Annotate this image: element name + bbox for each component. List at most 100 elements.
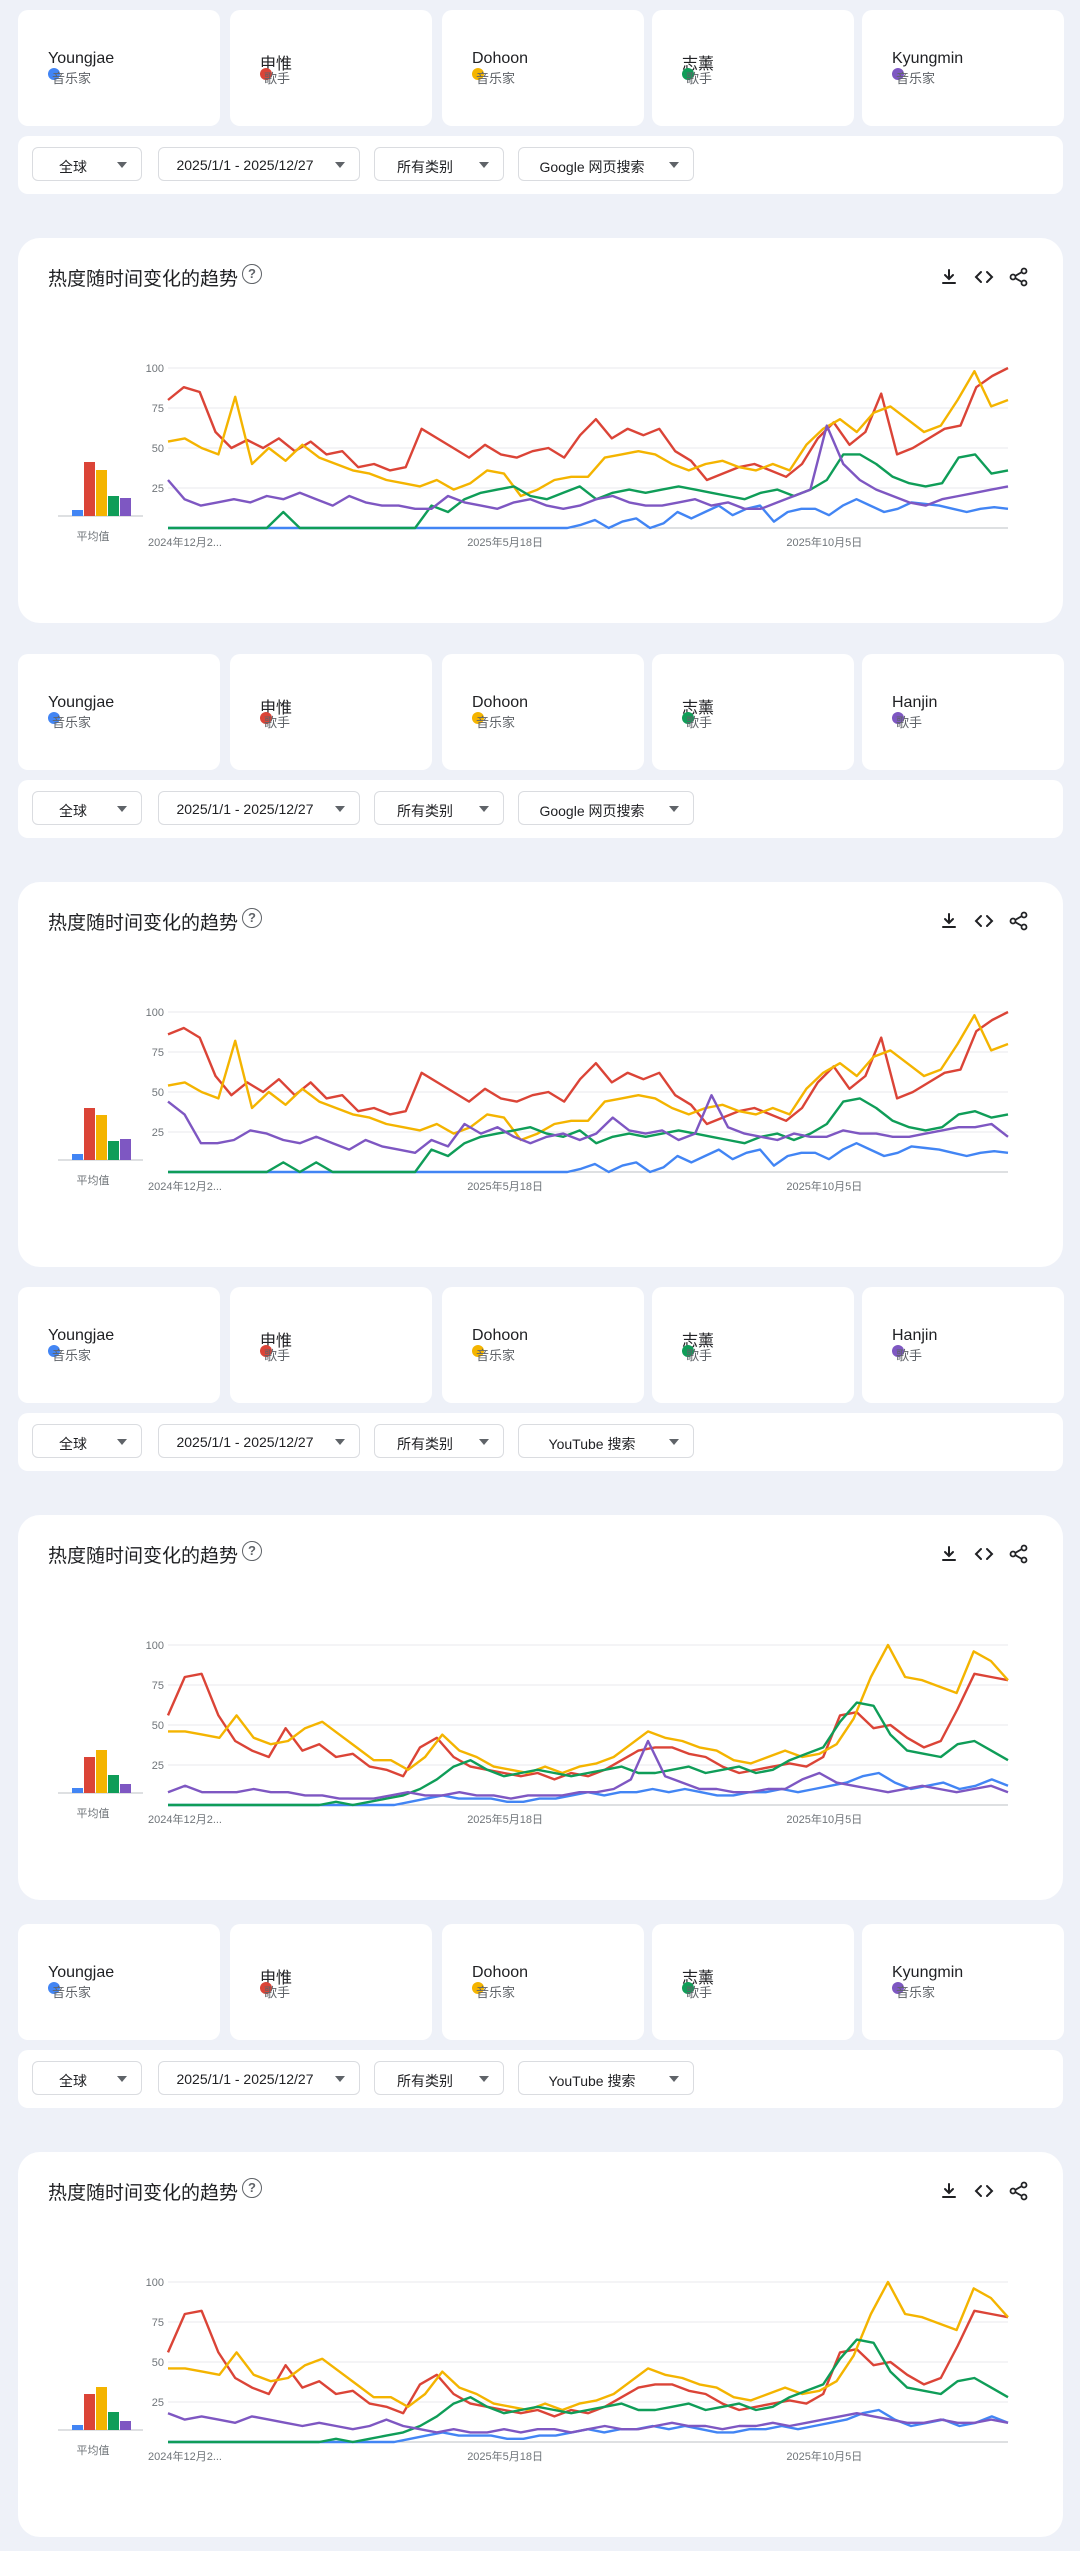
term-category: 歌手 [264,1348,291,1363]
caret-down-icon [335,2076,345,2082]
caret-down-icon [335,1439,345,1445]
download-icon[interactable] [938,910,960,932]
chart-card: 热度随时间变化的趋势? 平均值 100 75 50 25 2024年12月2... 2025年… [18,882,1063,1267]
trend-section: Youngjae 音乐家 申惟 歌手 Dohoon 音乐家 志薰 歌手 Hanjin 歌手全球 20… [0,1287,1080,1907]
dropdown-label: 2025/1/1 - 2025/12/27 [176,1434,314,1450]
x-tick-label: 2025年10月5日 [786,1812,862,1826]
series-line-youngjae [168,2408,1009,2444]
term-card[interactable]: Kyungmin 音乐家 [862,1924,1064,2040]
average-label: 平均值 [76,1175,110,1187]
compare-terms-row: Youngjae 音乐家 申惟 歌手 Dohoon 音乐家 志薰 歌手 Kyungmin 音乐家 [0,10,1080,126]
region-dropdown[interactable]: 全球 [32,1424,142,1458]
help-icon[interactable]: ? [242,264,262,284]
embed-code-icon[interactable] [973,2180,995,2202]
download-icon[interactable] [938,1543,960,1565]
series-line-dohoon [167,369,1009,498]
term-category: 音乐家 [52,715,92,730]
x-tick-label: 2025年5月18日 [467,2449,543,2463]
caret-down-icon [117,806,127,812]
embed-code-icon[interactable] [973,910,995,932]
region-dropdown[interactable]: 全球 [32,2061,142,2095]
caret-down-icon [117,1439,127,1445]
average-bar [120,498,131,516]
category-dropdown[interactable]: 所有类别 [374,2061,504,2095]
term-name: Dohoon [472,1964,529,1981]
term-card[interactable]: 志薰 歌手 [652,10,854,126]
term-name: Hanjin [892,694,938,711]
term-card[interactable]: Youngjae 音乐家 [18,1924,220,2040]
date-range-dropdown[interactable]: 2025/1/1 - 2025/12/27 [158,147,360,181]
y-tick-label: 50 [152,2357,164,2369]
term-card[interactable]: Hanjin 歌手 [862,654,1064,770]
term-card[interactable]: 申惟 歌手 [230,1924,432,2040]
term-card[interactable]: Dohoon 音乐家 [442,1287,644,1403]
term-card[interactable]: Dohoon 音乐家 [442,654,644,770]
line-chart: 100 75 50 25 2024年12月2... 2025年5月18日 2025年10月5… [138,358,1018,558]
search-source-dropdown[interactable]: YouTube 搜索 [518,2061,694,2095]
term-card[interactable]: 申惟 歌手 [230,654,432,770]
y-tick-label: 50 [152,1087,164,1099]
caret-down-icon [117,162,127,168]
term-card[interactable]: 志薰 歌手 [652,1924,854,2040]
search-source-dropdown[interactable]: Google 网页搜索 [518,147,694,181]
term-category: 音乐家 [476,1985,516,2000]
share-icon[interactable] [1008,266,1030,288]
term-card[interactable]: Youngjae 音乐家 [18,10,220,126]
series-line-申惟 [166,1672,1009,1781]
help-icon[interactable]: ? [242,908,262,928]
date-range-dropdown[interactable]: 2025/1/1 - 2025/12/27 [158,1424,360,1458]
share-icon[interactable] [1008,910,1030,932]
term-card[interactable]: Kyungmin 音乐家 [862,10,1064,126]
date-range-dropdown[interactable]: 2025/1/1 - 2025/12/27 [158,2061,360,2095]
search-source-dropdown[interactable]: Google 网页搜索 [518,791,694,825]
search-source-dropdown[interactable]: YouTube 搜索 [518,1424,694,1458]
term-category: 音乐家 [52,1348,92,1363]
x-tick-label: 2025年5月18日 [467,535,543,549]
term-card[interactable]: Dohoon 音乐家 [442,10,644,126]
help-icon[interactable]: ? [242,1541,262,1561]
caret-down-icon [669,162,679,168]
y-tick-label: 75 [152,1680,164,1692]
download-icon[interactable] [938,266,960,288]
category-dropdown[interactable]: 所有类别 [374,791,504,825]
category-dropdown[interactable]: 所有类别 [374,147,504,181]
term-card[interactable]: 志薰 歌手 [652,654,854,770]
embed-code-icon[interactable] [973,1543,995,1565]
download-icon[interactable] [938,2180,960,2202]
caret-down-icon [479,1439,489,1445]
average-label: 平均值 [76,2445,110,2457]
y-tick-label: 25 [152,483,164,495]
series-line-申惟 [167,366,1009,482]
average-bar [96,2387,107,2430]
filter-bar: 全球 2025/1/1 - 2025/12/27 所有类别 YouTube 搜索 [18,1413,1063,1471]
dropdown-label: 2025/1/1 - 2025/12/27 [176,801,314,817]
term-card[interactable]: Dohoon 音乐家 [442,1924,644,2040]
term-card[interactable]: 申惟 歌手 [230,1287,432,1403]
term-card[interactable]: Youngjae 音乐家 [18,1287,220,1403]
y-tick-label: 75 [152,2317,164,2329]
term-card[interactable]: Youngjae 音乐家 [18,654,220,770]
dropdown-label: 所有类别 [397,803,453,819]
term-card[interactable]: 志薰 歌手 [652,1287,854,1403]
date-range-dropdown[interactable]: 2025/1/1 - 2025/12/27 [158,791,360,825]
term-category: 歌手 [264,71,291,86]
caret-down-icon [479,806,489,812]
chart-card: 热度随时间变化的趋势? 平均值 100 75 50 25 2024年12月2... 2025年… [18,2152,1063,2537]
region-dropdown[interactable]: 全球 [32,147,142,181]
line-chart: 100 75 50 25 2024年12月2... 2025年5月18日 2025年10月5… [138,2272,1018,2472]
series-line-申惟 [166,2309,1009,2418]
category-dropdown[interactable]: 所有类别 [374,1424,504,1458]
compare-terms-row: Youngjae 音乐家 申惟 歌手 Dohoon 音乐家 志薰 歌手 Hanjin 歌手 [0,1287,1080,1403]
embed-code-icon[interactable] [973,266,995,288]
average-label: 平均值 [76,1808,110,1820]
average-bar [84,1108,95,1160]
term-card[interactable]: Hanjin 歌手 [862,1287,1064,1403]
term-card[interactable]: 申惟 歌手 [230,10,432,126]
term-name: Kyungmin [892,50,964,67]
help-icon[interactable]: ? [242,2178,262,2198]
series-line-youngjae [168,1771,1009,1807]
y-tick-label: 100 [146,1640,164,1652]
share-icon[interactable] [1008,1543,1030,1565]
region-dropdown[interactable]: 全球 [32,791,142,825]
share-icon[interactable] [1008,2180,1030,2202]
